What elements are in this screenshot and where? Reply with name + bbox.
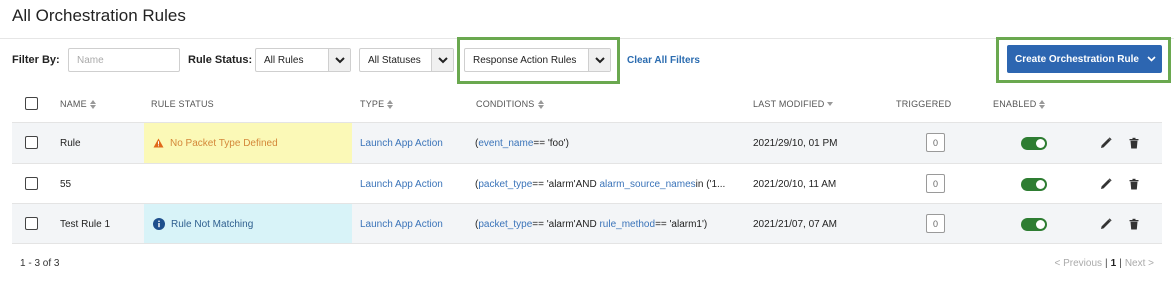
condition-value: == 'alarm' [532, 218, 576, 230]
page-title: All Orchestration Rules [12, 6, 186, 25]
chevron-down-icon [1147, 56, 1156, 62]
condition-value: == 'alarm1') [655, 218, 708, 230]
rule-conditions: (packet_type == 'alarm' AND alarm_source… [475, 178, 726, 190]
table-row: Rule No Packet Type Defined Launch App A… [12, 123, 1162, 163]
column-header-name[interactable]: NAME [60, 99, 96, 109]
column-header-conditions-label: CONDITIONS [476, 99, 535, 109]
condition-operator: AND [575, 178, 597, 190]
enabled-toggle[interactable] [1021, 137, 1047, 150]
column-header-rule-status-label: RULE STATUS [151, 99, 214, 109]
status-badge: No Packet Type Defined [144, 123, 352, 163]
pagination: < Previous | 1 | Next > [1054, 258, 1155, 269]
rule-type-link[interactable]: Launch App Action [360, 204, 443, 244]
column-header-enabled[interactable]: ENABLED [993, 99, 1046, 109]
status-text: Rule Not Matching [171, 218, 254, 230]
chevron-down-icon [588, 49, 610, 71]
warning-icon [153, 138, 164, 148]
column-header-conditions[interactable]: CONDITIONS [476, 99, 544, 109]
rule-name[interactable]: Rule [60, 123, 81, 163]
column-header-enabled-label: ENABLED [993, 99, 1037, 109]
column-header-rule-status: RULE STATUS [151, 99, 214, 109]
next-page-link[interactable]: Next > [1125, 258, 1154, 269]
triggered-count: 0 [926, 174, 945, 193]
name-filter-input[interactable] [68, 48, 180, 72]
row-checkbox[interactable] [25, 136, 38, 149]
edit-pencil-icon[interactable] [1100, 218, 1112, 230]
rule-status-select[interactable]: All Rules [255, 48, 351, 72]
rule-name[interactable]: Test Rule 1 [60, 204, 110, 244]
sort-icon [1039, 99, 1046, 109]
enabled-toggle[interactable] [1021, 218, 1047, 231]
column-header-type-label: TYPE [360, 99, 385, 109]
rule-type-link[interactable]: Launch App Action [360, 123, 443, 163]
create-button-label: Create Orchestration Rule [1015, 53, 1139, 65]
row-checkbox[interactable] [25, 217, 38, 230]
last-modified: 2021/20/10, 11 AM [753, 178, 837, 190]
status-text: No Packet Type Defined [170, 137, 278, 149]
condition-field: rule_method [599, 218, 656, 230]
current-page: 1 [1110, 258, 1117, 269]
clear-all-filters-link[interactable]: Clear All Filters [627, 55, 700, 66]
chevron-down-icon [328, 49, 350, 71]
row-divider [12, 243, 1162, 244]
sort-icon [387, 99, 394, 109]
column-header-triggered: TRIGGERED [896, 99, 951, 109]
chevron-down-icon [431, 49, 453, 71]
condition-value: == 'foo') [533, 137, 569, 149]
delete-trash-icon[interactable] [1128, 178, 1140, 190]
edit-pencil-icon[interactable] [1100, 178, 1112, 190]
column-header-type[interactable]: TYPE [360, 99, 394, 109]
rule-type-link[interactable]: Launch App Action [360, 164, 443, 204]
last-modified: 2021/21/07, 07 AM [753, 218, 837, 230]
column-header-last-modified-label: LAST MODIFIED [753, 99, 825, 109]
sort-descending-icon [827, 101, 834, 106]
condition-field: alarm_source_names [599, 178, 696, 190]
create-orchestration-rule-button[interactable]: Create Orchestration Rule [1007, 45, 1162, 73]
result-count: 1 - 3 of 3 [20, 258, 60, 269]
statuses-value: All Statuses [368, 54, 421, 66]
last-modified: 2021/29/10, 01 PM [753, 137, 838, 149]
rule-status-value: All Rules [264, 54, 304, 66]
condition-field: packet_type [478, 218, 533, 230]
table-row: Test Rule 1 Rule Not Matching Launch App… [12, 204, 1162, 244]
column-header-triggered-label: TRIGGERED [896, 99, 952, 109]
action-type-value: Response Action Rules [473, 54, 577, 66]
edit-pencil-icon[interactable] [1100, 137, 1112, 149]
condition-field: event_name [478, 137, 534, 149]
column-header-last-modified[interactable]: LAST MODIFIED [753, 99, 834, 109]
condition-value: == 'alarm' [532, 178, 576, 190]
statuses-select[interactable]: All Statuses [359, 48, 454, 72]
enabled-toggle[interactable] [1021, 178, 1047, 191]
rule-conditions: (event_name == 'foo') [475, 137, 569, 149]
rule-conditions: (packet_type == 'alarm' AND rule_method … [475, 218, 708, 230]
select-all-checkbox[interactable] [25, 97, 38, 110]
table-row: 55 Launch App Action (packet_type == 'al… [12, 164, 1162, 204]
row-checkbox[interactable] [25, 177, 38, 190]
sort-icon [537, 99, 544, 109]
column-header-name-label: NAME [60, 99, 87, 109]
triggered-count: 0 [926, 133, 945, 152]
delete-trash-icon[interactable] [1128, 218, 1140, 230]
triggered-count: 0 [926, 214, 945, 233]
condition-field: packet_type [478, 178, 533, 190]
delete-trash-icon[interactable] [1128, 137, 1140, 149]
condition-operator: AND [575, 218, 597, 230]
info-icon [153, 218, 165, 230]
rule-name[interactable]: 55 [60, 164, 71, 204]
action-type-select[interactable]: Response Action Rules [464, 48, 611, 72]
status-badge: Rule Not Matching [144, 204, 352, 244]
previous-page-link[interactable]: < Previous [1055, 258, 1103, 269]
sort-icon [89, 99, 96, 109]
condition-value: in ('1... [695, 178, 726, 190]
filter-by-label: Filter By: [12, 54, 60, 66]
rule-status-label: Rule Status: [188, 54, 253, 66]
